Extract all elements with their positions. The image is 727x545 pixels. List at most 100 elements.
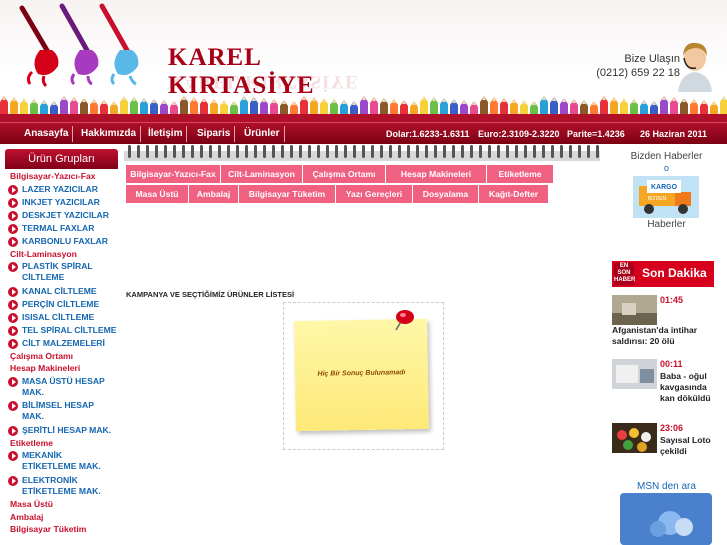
en-son-haber-badge: EN SON HABER (614, 263, 636, 285)
category-link[interactable]: DESKJET YAZICILAR (5, 210, 118, 221)
category-heading[interactable]: Bilgisayar-Yazıcı-Fax (5, 171, 118, 184)
category-link[interactable]: ŞERİTLİ HESAP MAK. (5, 425, 118, 436)
tab-etiketleme[interactable]: Etiketleme (487, 165, 554, 183)
category-heading[interactable]: Bilgisayar Tüketim (5, 524, 118, 537)
nav-iletisim[interactable]: İletişim (144, 126, 188, 142)
contact-info: Bize Ulaşın (0212) 659 22 18 (580, 52, 680, 80)
category-label: MASA ÜSTÜ HESAP MAK. (22, 375, 105, 397)
campaign-title: KAMPANYA VE SEÇTİĞİMİZ ÜRÜNLER LİSTESİ (126, 290, 295, 299)
category-link[interactable]: BİLİMSEL HESAP MAK. (5, 400, 118, 422)
arrow-bullet-icon (8, 376, 18, 387)
category-link[interactable]: INKJET YAZICILAR (5, 197, 118, 208)
tab-cilt-laminasyon[interactable]: Cilt-Laminasyon (221, 165, 303, 183)
category-label: TEL SPİRAL CİLTLEME (22, 324, 117, 335)
category-label: KARBONLU FAXLAR (22, 235, 108, 246)
parite-rate: Parite=1.4236 (567, 129, 625, 139)
news-headline[interactable]: Sayısal Loto çekildi (660, 435, 722, 457)
arrow-bullet-icon (8, 197, 18, 208)
notebook-spiral-icon (124, 145, 600, 161)
category-link[interactable]: MEKANİK ETİKETLEME MAK. (5, 450, 118, 472)
news-title: Bizden Haberler (630, 151, 703, 162)
category-link[interactable]: TERMAL FAXLAR (5, 223, 118, 234)
contact-phone: (0212) 659 22 18 (596, 67, 680, 79)
arrow-bullet-icon (8, 325, 18, 336)
category-label: INKJET YAZICILAR (22, 196, 100, 207)
logo[interactable]: KAREL KIRTASİYE KAREL KIRTASİYE (0, 0, 400, 100)
sidebar-title: Ürün Grupları (5, 149, 118, 169)
category-heading[interactable]: Hesap Makineleri (5, 363, 118, 376)
category-label: KANAL CİLTLEME (22, 285, 97, 296)
news-link[interactable]: o (664, 163, 669, 173)
empty-result-text: Hiç Bir Sonuç Bulunamadı (317, 369, 406, 378)
tab-bilgisayar-tuketim[interactable]: Bilgisayar Tüketim (239, 185, 336, 203)
tab-kagit-defter[interactable]: Kağıt-Defter (479, 185, 549, 203)
nav-anasayfa[interactable]: Anasayfa (20, 126, 74, 142)
tab-bilgisayar-yazici-fax[interactable]: Bilgisayar-Yazıcı-Fax (126, 165, 221, 183)
category-heading[interactable]: Masa Üstü (5, 499, 118, 512)
nav-siparis[interactable]: Siparis (193, 126, 236, 142)
colored-pencils-icon (0, 96, 727, 122)
category-link[interactable]: TEL SPİRAL CİLTLEME (5, 325, 118, 336)
nav-urunler[interactable]: Ürünler (240, 126, 285, 142)
category-heading[interactable]: Cilt-Laminasyon (5, 248, 118, 262)
category-link[interactable]: KARBONLU FAXLAR (5, 236, 118, 247)
product-groups-sidebar: Ürün Grupları Bilgisayar-Yazıcı-Fax LAZER… (5, 149, 118, 545)
category-label: PERÇİN CİLTLEME (22, 298, 100, 309)
news-time: 01:45 (660, 295, 684, 305)
msn-logo-icon[interactable] (620, 493, 712, 545)
category-link[interactable]: ISISAL CİLTLEME (5, 312, 118, 323)
news-time: 23:06 (660, 423, 684, 433)
news-subtitle: Haberler (647, 219, 686, 230)
news-thumbnail (612, 295, 657, 325)
breaking-news-banner[interactable]: EN SON HABER Son Dakika (612, 261, 714, 287)
news-thumbnail (612, 423, 657, 453)
category-label: ELEKTRONİK ETİKETLEME MAK. (22, 474, 101, 496)
category-tabs: Bilgisayar-Yazıcı-Fax Cilt-Laminasyon Ça… (126, 165, 602, 207)
category-label: MEKANİK ETİKETLEME MAK. (22, 450, 101, 471)
category-heading[interactable]: Etiketleme (5, 437, 118, 451)
news-item[interactable]: 23:06 Sayısal Loto çekildi (612, 423, 727, 469)
page: KAREL KIRTASİYE KAREL KIRTASİYE Bize Ula… (0, 0, 727, 545)
tab-calisma-ortami[interactable]: Çalışma Ortamı (303, 165, 386, 183)
tab-ambalaj[interactable]: Ambalaj (189, 185, 239, 203)
tab-dosyalama[interactable]: Dosyalama (413, 185, 479, 203)
main-navbar: Anasayfa Hakkımızda İletişim Siparis Ürü… (0, 122, 727, 144)
euro-rate: Euro:2.3109-2.3220 (478, 129, 560, 139)
category-heading[interactable]: Ambalaj (5, 511, 118, 525)
category-link[interactable]: MASA ÜSTÜ HESAP MAK. (5, 376, 118, 398)
news-item[interactable]: 00:11 Baba - oğul kavgasında kan döküldü (612, 359, 727, 415)
news-item[interactable]: 01:45 Afganistan'da intihar saldırısı: 2… (612, 295, 727, 346)
tab-hesap-makineleri[interactable]: Hesap Makineleri (386, 165, 487, 183)
arrow-bullet-icon (8, 425, 18, 436)
category-link[interactable]: LAZER YAZICILAR (5, 184, 118, 195)
category-link[interactable]: CİLT MALZEMELERİ (5, 338, 118, 349)
category-link[interactable]: PLASTİK SPİRAL CİLTLEME (5, 261, 118, 283)
paint-brushes-icon (19, 3, 139, 88)
kargo-truck-icon[interactable]: KARGO BİZDEN (633, 176, 699, 218)
category-link[interactable]: ELEKTRONİK ETİKETLEME MAK. (5, 475, 118, 497)
nav-hakkimizda[interactable]: Hakkımızda (77, 126, 142, 142)
current-date: 26 Haziran 2011 (640, 129, 708, 139)
arrow-bullet-icon (8, 262, 18, 272)
category-label: TERMAL FAXLAR (22, 222, 95, 233)
support-agent-icon (678, 42, 712, 92)
category-label: DESKJET YAZICILAR (22, 209, 109, 220)
contact-label: Bize Ulaşın (624, 53, 680, 65)
right-sidebar: Bizden Haberler o KARGO BİZDEN Haberler … (606, 149, 727, 545)
kargo-label: KARGO (651, 184, 678, 191)
category-label: ISISAL CİLTLEME (22, 311, 95, 322)
arrow-bullet-icon (8, 184, 18, 195)
tab-masa-ustu[interactable]: Masa Üstü (126, 185, 189, 203)
category-heading[interactable]: Çalışma Ortamı (5, 350, 118, 364)
arrow-bullet-icon (8, 223, 18, 234)
kargo-sub-label: BİZDEN (648, 195, 667, 202)
news-headline[interactable]: Afganistan'da intihar saldırısı: 20 ölü (612, 325, 727, 347)
category-label: ŞERİTLİ HESAP MAK. (22, 424, 112, 435)
arrow-bullet-icon (8, 299, 18, 310)
tab-yazi-gerecleri[interactable]: Yazı Gereçleri (336, 185, 413, 203)
news-headline[interactable]: Baba - oğul kavgasında kan döküldü (660, 371, 722, 404)
breaking-news-label: Son Dakika (642, 266, 707, 280)
category-link[interactable]: PERÇİN CİLTLEME (5, 299, 118, 310)
pushpin-icon (395, 310, 414, 331)
category-link[interactable]: KANAL CİLTLEME (5, 286, 118, 297)
